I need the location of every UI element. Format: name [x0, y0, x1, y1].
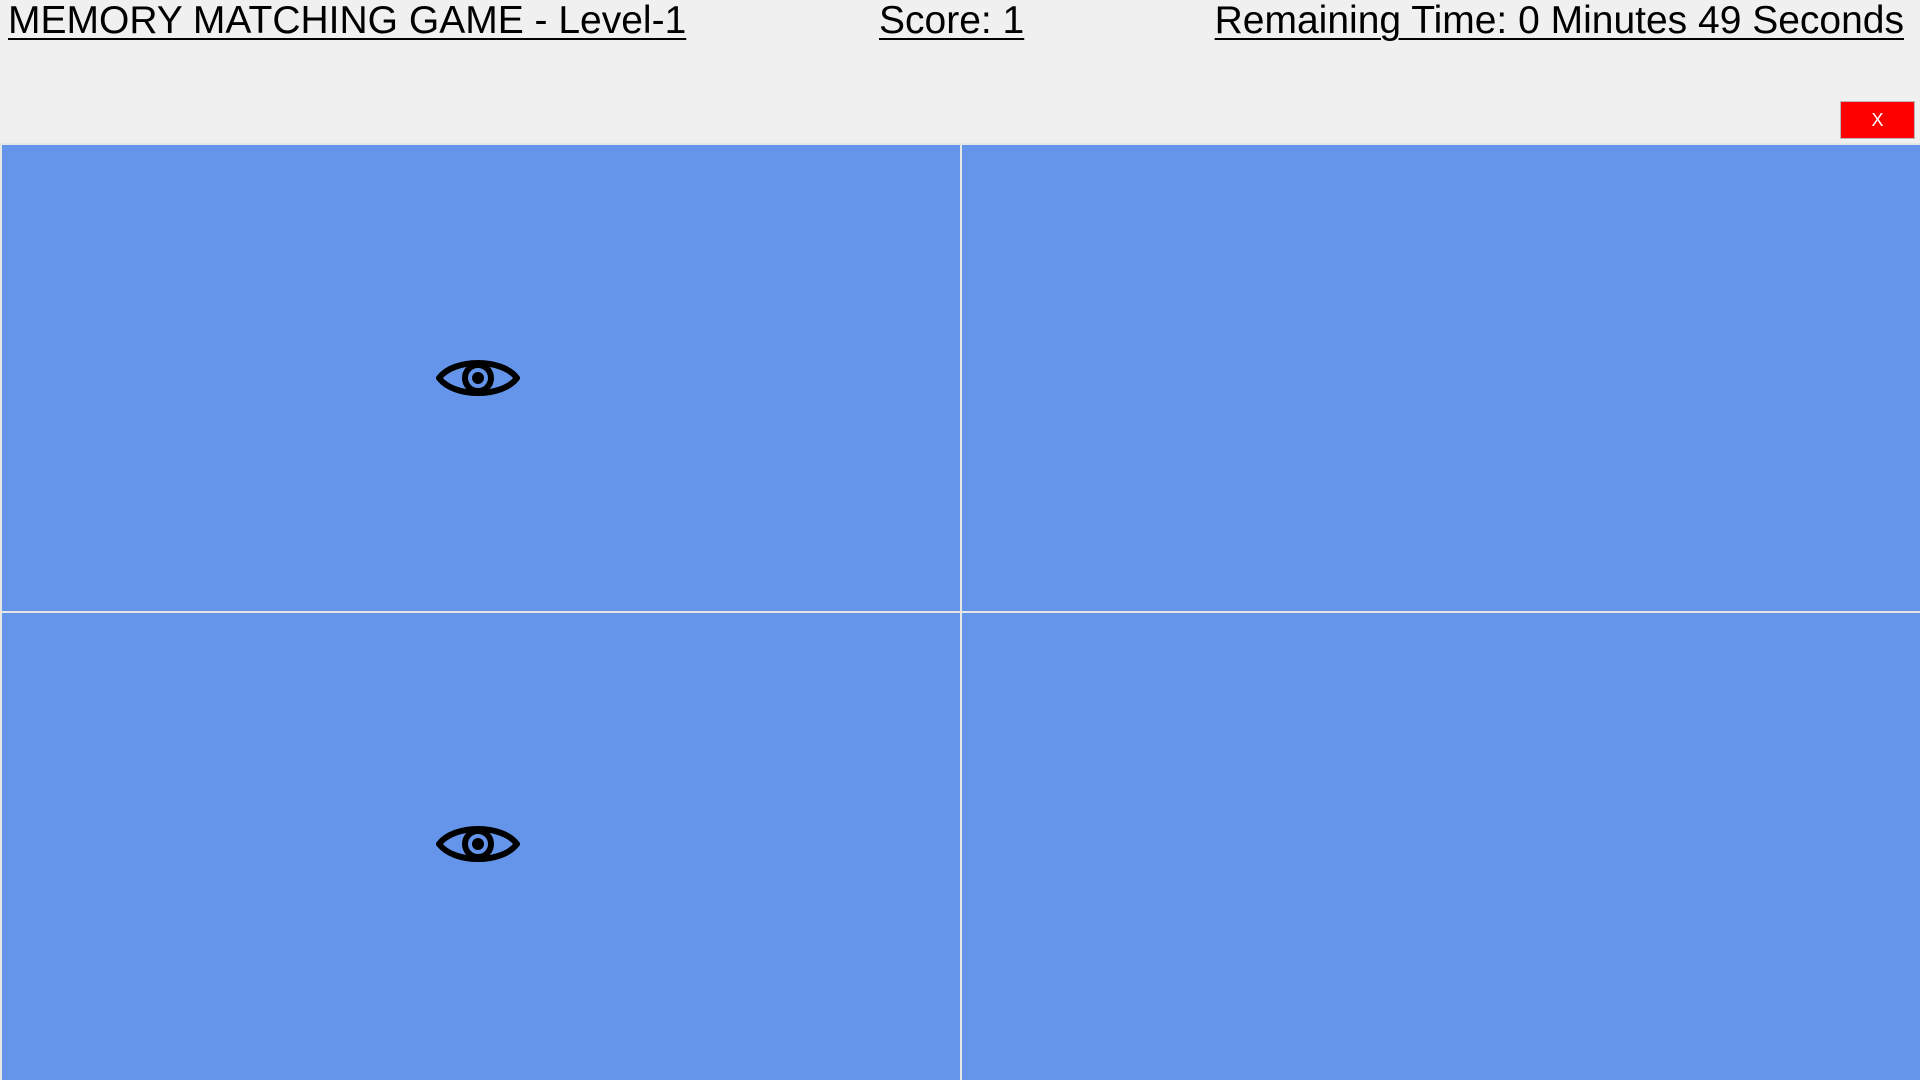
remaining-time-label: Remaining Time: 0 Minutes 49 Seconds	[1214, 0, 1904, 42]
eye-icon	[436, 360, 520, 396]
card-top-left[interactable]	[2, 145, 960, 611]
card-bottom-left[interactable]	[2, 613, 960, 1080]
card-bottom-right[interactable]	[962, 613, 1920, 1080]
eye-icon	[436, 826, 520, 862]
close-button[interactable]: X	[1840, 101, 1915, 139]
card-grid	[0, 143, 1920, 1080]
game-title: MEMORY MATCHING GAME - Level-1	[8, 0, 687, 42]
card-top-right[interactable]	[962, 145, 1920, 611]
score-label: Score: 1	[879, 0, 1025, 42]
game-header: MEMORY MATCHING GAME - Level-1 Score: 1 …	[0, 0, 1920, 143]
game-window: MEMORY MATCHING GAME - Level-1 Score: 1 …	[0, 0, 1920, 1080]
